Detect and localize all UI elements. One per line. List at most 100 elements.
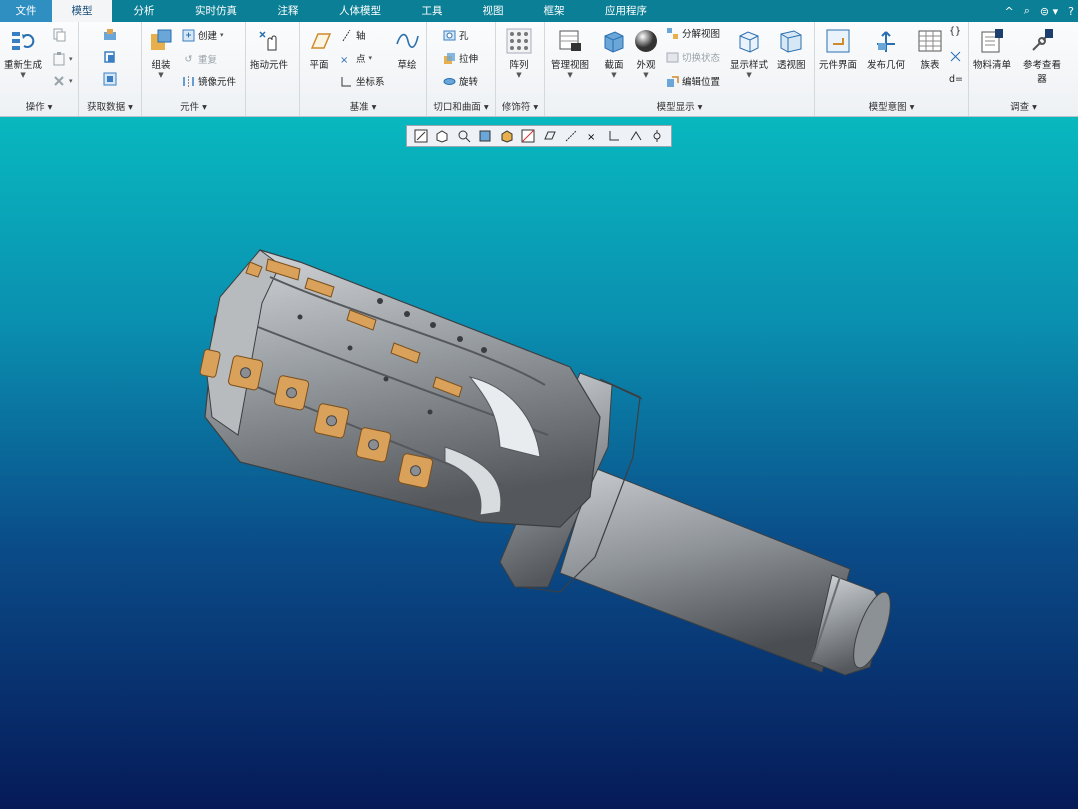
toggle-state-button[interactable]: 切换状态 [666,50,720,64]
hole-button[interactable]: 孔 [443,28,469,42]
toggle-state-label: 切换状态 [682,53,721,64]
perspective-view-button[interactable]: 透视图 [777,28,806,71]
regenerate-button[interactable]: 重新生成 ▼ [4,28,42,79]
bill-of-materials-button[interactable]: 物料清单 [973,28,1011,71]
section-dropdown-icon[interactable]: ▼ [611,71,616,79]
reference-viewer-icon [1029,28,1055,54]
explode-view-icon [666,27,679,40]
display-style-button[interactable]: 显示样式 ▼ [730,28,768,79]
assemble-button[interactable]: 组装 ▼ [148,28,174,79]
repeat-icon: ↺ [184,53,193,65]
drag-components-button[interactable]: 拖动元件 [250,28,288,71]
appearance-button[interactable]: 外观 ▼ [633,28,659,79]
appearance-dropdown-icon[interactable]: ▼ [643,71,648,79]
svg-text:×: × [340,55,348,65]
axis-button[interactable]: 轴 [340,28,366,42]
minimize-ribbon-icon[interactable]: ^ [1005,5,1014,18]
sketch-button[interactable]: 草绘 [394,28,420,71]
point-button[interactable]: × 点 ▾ [340,51,372,65]
edit-position-button[interactable]: 编辑位置 [666,74,720,88]
tab-file[interactable]: 文件 [0,0,52,22]
group-component: 组装 ▼ 创建 ▾ ↺ 重复 镜像元件 元件 ▾ [142,22,246,116]
group-component-label: 元件 ▾ [180,102,207,113]
pattern-label: 阵列 [509,60,529,71]
revolve-button[interactable]: 旋转 [443,74,478,88]
group-model-display: 管理视图 ▼ 截面 ▼ 外观 ▼ 分解视图 切换状态 编辑位置 显示样式 ▼ 透… [545,22,815,116]
copy-icon[interactable] [52,28,66,42]
perspective-icon [778,28,804,54]
manage-views-button[interactable]: 管理视图 ▼ [551,28,589,79]
publish-geometry-button[interactable]: 发布几何 [867,28,905,71]
tab-applications[interactable]: 应用程序 [586,0,666,22]
pattern-dropdown-icon[interactable]: ▼ [516,71,521,79]
assemble-dropdown-icon[interactable]: ▼ [158,71,163,79]
component-interface-button[interactable]: 元件界面 [819,28,857,71]
regenerate-icon [10,28,36,54]
tab-analysis[interactable]: 分析 [112,0,176,22]
tab-framework[interactable]: 框架 [522,0,586,22]
search-icon[interactable]: ⌕ [1024,4,1030,18]
parameters-icon[interactable]: {} [949,26,961,37]
graphics-viewport[interactable]: × [0,117,1078,809]
display-style-dropdown-icon[interactable]: ▼ [746,71,751,79]
mirror-icon [182,75,195,88]
regenerate-dropdown-icon[interactable]: ▼ [20,71,25,79]
drag-hand-icon [256,28,282,54]
explode-view-button[interactable]: 分解视图 [666,26,720,40]
family-table-icon [917,28,943,54]
reference-viewer-label-line2: 器 [1037,74,1047,85]
plane-label: 平面 [309,60,329,71]
component-interface-icon [825,28,851,54]
sketch-label: 草绘 [397,60,417,71]
tab-realtime-simulation[interactable]: 实时仿真 [176,0,256,22]
relations-icon[interactable]: d= [949,74,963,85]
switch-dimensions-icon[interactable] [949,50,962,63]
manage-views-dropdown-icon[interactable]: ▼ [567,71,572,79]
pattern-button[interactable]: 阵列 ▼ [506,28,532,79]
tab-annotate[interactable]: 注释 [256,0,320,22]
delete-icon[interactable]: ▾ [52,74,73,88]
family-table-button[interactable]: 族表 [917,28,943,71]
axis-icon [340,29,353,42]
create-component-button[interactable]: 创建 ▾ [182,28,224,42]
extrude-button[interactable]: 拉伸 [443,51,478,65]
hole-icon [443,29,456,42]
tab-model[interactable]: 模型 [52,0,112,22]
mirror-component-button[interactable]: 镜像元件 [182,74,236,88]
group-operations-label: 操作 ▾ [25,102,53,113]
settings-dropdown-icon[interactable]: ⊜ ▾ [1040,5,1058,18]
repeat-button[interactable]: ↺ 重复 [182,52,218,67]
explode-view-label: 分解视图 [682,29,721,40]
plane-button[interactable]: 平面 [306,28,332,71]
section-icon [601,28,627,54]
bom-label: 物料清单 [973,60,1012,71]
sketch-icon [394,28,420,54]
tab-view[interactable]: 视图 [464,0,522,22]
point-icon: × [340,52,353,65]
group-datum: 平面 轴 × 点 ▾ 坐标系 草绘 基准 ▾ [300,22,427,116]
group-investigate-label: 调查 ▾ [1010,102,1037,113]
tab-manikin[interactable]: 人体模型 [320,0,400,22]
tab-tools[interactable]: 工具 [400,0,464,22]
coordinate-system-button[interactable]: 坐标系 [340,74,385,88]
csys-label: 坐标系 [356,77,385,88]
bom-icon [979,28,1005,54]
extrude-label: 拉伸 [459,54,479,65]
model-milling-cutter[interactable] [0,117,1078,809]
section-button[interactable]: 截面 ▼ [601,28,627,79]
appearance-label: 外观 [636,60,656,71]
extrude-icon [443,52,456,65]
help-icon[interactable]: ? [1068,5,1074,18]
component-interface-label: 元件界面 [819,60,858,71]
group-get-data-label: 获取数据 ▾ [87,102,133,113]
pattern-icon [506,28,532,54]
user-defined-feature-icon[interactable] [103,28,117,42]
edit-position-label: 编辑位置 [682,77,721,88]
reference-viewer-button[interactable]: 参考查看 器 [1023,28,1061,85]
group-model-intent-label: 模型意图 ▾ [868,102,915,113]
paste-icon[interactable]: ▾ [52,52,73,66]
copy-geometry-icon[interactable] [103,50,117,64]
shrinkwrap-icon[interactable] [103,72,117,86]
assemble-label: 组装 [151,60,171,71]
publish-geometry-icon [873,28,899,54]
